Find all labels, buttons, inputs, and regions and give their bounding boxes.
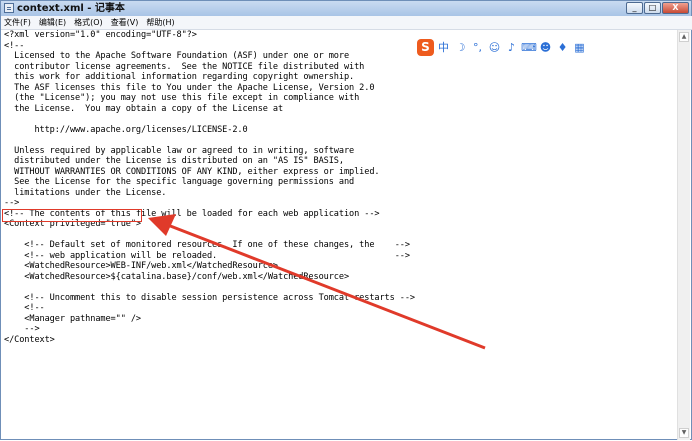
- annotation-arrow: [148, 214, 486, 350]
- annotation-arrow-line: [159, 220, 486, 350]
